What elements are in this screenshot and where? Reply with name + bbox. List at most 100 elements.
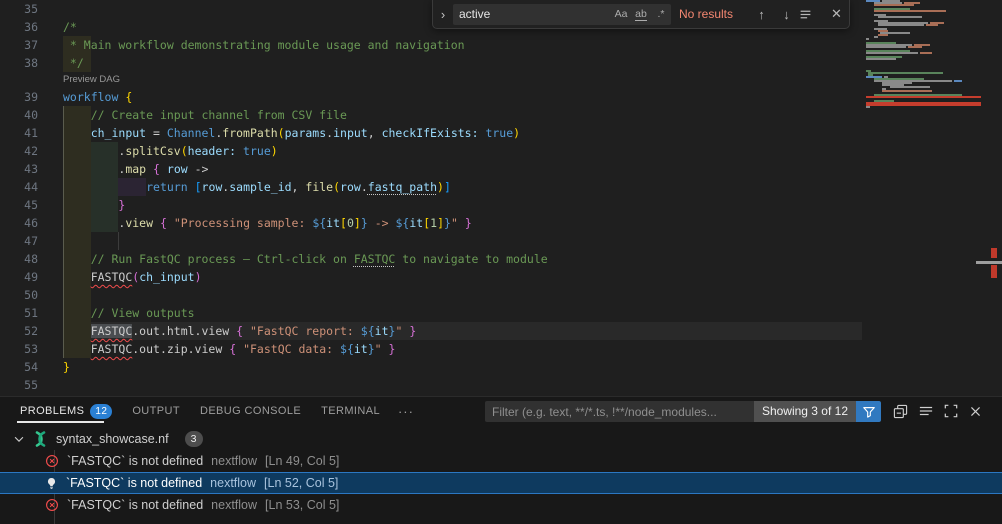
line-number: 48 [0,250,38,268]
minimap-line [878,24,924,26]
view-as-table-icon[interactable] [913,400,938,422]
code-token: -> [188,162,209,176]
find-previous-icon[interactable]: ↑ [749,7,774,22]
find-in-selection-icon[interactable] [799,8,824,21]
whole-word-icon[interactable]: ab [631,8,651,20]
code-token: input [333,126,368,140]
code-line-42[interactable]: .splitCsv(header: true) [63,142,278,160]
code-line-40[interactable]: // Create input channel from CSV file [63,106,347,124]
problem-row-----53------5-[interactable]: `FASTQC` is not definednextflow[Ln 53, C… [0,494,1002,516]
find-close-icon[interactable]: ✕ [824,6,849,22]
code-line-49[interactable]: FASTQC(ch_input) [63,268,202,286]
code-token: " [375,342,382,356]
code-token [167,216,174,230]
line-number: 45 [0,196,38,214]
line-number: 36 [0,18,38,36]
code-token: ${ [361,324,375,338]
minimap-line [908,46,922,48]
code-token: ( [181,144,188,158]
code-line-43[interactable]: .map { row -> [63,160,208,178]
codelens-preview-dag[interactable]: Preview DAG [63,72,120,88]
code-line-45[interactable]: } [63,196,125,214]
code-token: ) [437,180,444,194]
code-token: "Processing sample: [174,216,312,230]
minimap-line [926,24,938,26]
code-line-44[interactable]: return [row.sample_id, file(row.fastq_pa… [63,178,451,196]
find-toggle-replace-chevron[interactable]: › [433,7,453,22]
code-line-39[interactable]: workflow { [63,88,132,106]
code-token: fromPath [222,126,277,140]
code-line-54[interactable]: } [63,358,70,376]
find-input[interactable]: active Aa ab .* [453,4,671,25]
code-token: return [146,180,188,194]
vscode-window: 3536373839404142434445464748495051525354… [0,0,1002,524]
code-token: /* [63,20,77,34]
nextflow-file-icon [32,431,49,447]
code-token: ${ [340,342,354,356]
code-token: ( [278,126,285,140]
problem-source: nextflow [211,498,257,512]
code-token: FASTQC [91,324,133,338]
code-token: ) [271,144,278,158]
line-number: 37 [0,36,38,54]
code-token: Channel [167,126,215,140]
minimap[interactable] [866,0,982,396]
code-editor[interactable]: 3536373839404142434445464748495051525354… [0,0,1002,396]
minimap-line [866,104,981,106]
filter-funnel-icon[interactable] [856,401,881,422]
code-token [236,144,243,158]
overview-ruler[interactable] [984,0,1002,396]
line-number: 55 [0,376,38,394]
code-token: map [125,162,146,176]
maximize-panel-icon[interactable] [938,400,963,422]
chevron-down-icon[interactable] [12,432,26,446]
code-line-53[interactable]: FASTQC.out.zip.view { "FastQC data: ${it… [63,340,395,358]
code-token [160,162,167,176]
line-number: 51 [0,304,38,322]
code-token [63,270,91,284]
code-token [153,216,160,230]
code-token: } [389,342,396,356]
more-actions-icon[interactable]: ··· [398,404,414,419]
code-token: . [361,180,368,194]
code-line-51[interactable]: // View outputs [63,304,195,322]
find-next-icon[interactable]: ↓ [774,7,799,22]
problem-row-----52------5-[interactable]: `FASTQC` is not definednextflow[Ln 52, C… [0,472,1002,494]
minimap-line [890,86,930,88]
minimap-line [866,96,981,98]
code-token: , [368,126,382,140]
code-token: { [125,90,132,104]
code-token: . [63,144,125,158]
code-line-48[interactable]: // Run FastQC process — Ctrl-click on FA… [63,250,548,268]
match-case-icon[interactable]: Aa [611,8,631,20]
tab-terminal[interactable]: TERMINAL [321,398,380,424]
minimap-line [878,34,888,36]
code-token: FASTQC [354,252,396,266]
tab-output[interactable]: OUTPUT [132,398,180,424]
code-token: file [305,180,333,194]
code-token [63,324,91,338]
close-panel-icon[interactable] [963,400,988,422]
code-line-36[interactable]: /* [63,18,77,36]
tab-debug-console[interactable]: DEBUG CONSOLE [200,398,301,424]
problems-file-group[interactable]: syntax_showcase.nf3 [0,428,1002,450]
code-token: checkIfExists: [382,126,479,140]
problems-count-badge: 12 [90,404,112,419]
line-number: 52 [0,322,38,340]
regex-icon[interactable]: .* [651,8,671,20]
code-token [63,306,91,320]
problem-row-----49------5-[interactable]: `FASTQC` is not definednextflow[Ln 49, C… [0,450,1002,472]
code-token: to navigate to module [395,252,547,266]
problems-filter-input[interactable]: Filter (e.g. text, **/*.ts, !**/node_mod… [485,401,881,422]
find-query-text[interactable]: active [453,7,611,21]
code-line-37[interactable]: * Main workflow demonstrating module usa… [63,36,465,54]
code-line-46[interactable]: .view { "Processing sample: ${it[0]} -> … [63,214,472,232]
code-line-38[interactable]: */ [63,54,84,72]
code-token [63,126,91,140]
collapse-all-icon[interactable] [888,400,913,422]
whole-word-label: ab [635,8,647,21]
code-token: } [63,360,70,374]
line-number: 44 [0,178,38,196]
code-line-41[interactable]: ch_input = Channel.fromPath(params.input… [63,124,520,142]
code-line-52[interactable]: FASTQC.out.html.view { "FastQC report: $… [63,322,416,340]
